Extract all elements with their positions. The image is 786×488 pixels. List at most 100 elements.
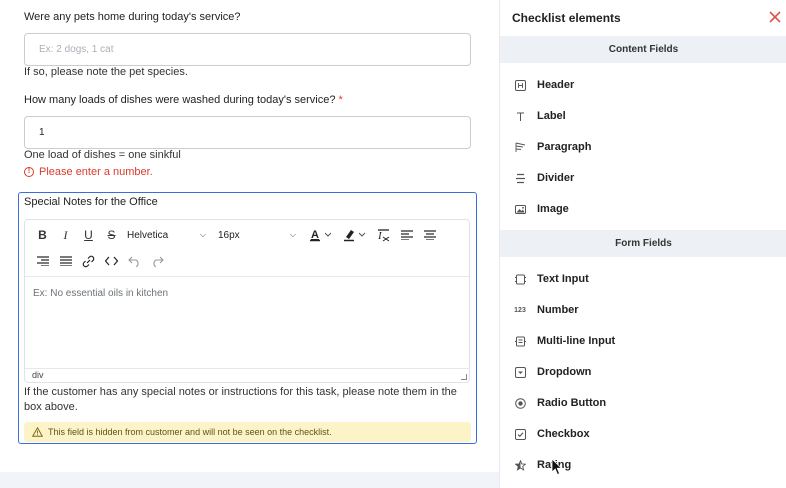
element-label-label: Label [537,110,566,122]
text-color-button[interactable]: A [304,223,338,247]
checklist-form: Were any pets home during today's servic… [0,0,499,488]
dishes-help-text: One load of dishes = one sinkful [24,149,181,161]
editor-toolbar-row-2 [31,249,169,273]
resize-handle-icon[interactable] [461,374,467,380]
pets-input[interactable] [24,33,471,66]
special-notes-editor-area[interactable]: Ex: No essential oils in kitchen [33,288,168,299]
divider-icon [514,172,526,184]
dishes-question-text: How many loads of dishes were washed dur… [24,94,336,106]
element-number-label: Number [537,304,579,316]
bold-button[interactable]: B [31,223,54,247]
rich-text-editor[interactable]: B I U S Helvetica ⌵ 16px ⌵ A I Ex: No es… [24,219,470,383]
element-text-input-label: Text Input [537,273,589,285]
element-dropdown[interactable]: Dropdown [500,358,786,386]
element-radio-button[interactable]: Radio Button [500,389,786,417]
element-header[interactable]: Header [500,71,786,99]
text-icon [514,110,526,122]
italic-button[interactable]: I [54,223,77,247]
align-right-button[interactable] [31,249,54,273]
font-size-value: 16px [218,229,240,241]
element-header-label: Header [537,79,575,91]
checkbox-icon [514,428,526,440]
svg-text:I: I [377,230,383,242]
close-panel-button[interactable] [768,10,782,24]
pets-question-label: Were any pets home during today's servic… [24,11,241,23]
mouse-cursor-icon [551,458,563,476]
justify-button[interactable] [54,249,77,273]
code-icon [105,256,118,266]
dropdown-icon [514,366,526,378]
highlight-color-button[interactable] [338,223,372,247]
clear-formatting-button[interactable]: I [372,223,395,247]
justify-icon [59,256,72,266]
element-checkbox[interactable]: Checkbox [500,420,786,448]
image-icon [514,203,526,215]
align-right-icon [36,256,49,266]
align-left-button[interactable] [395,223,418,247]
element-label[interactable]: Label [500,102,786,130]
element-checkbox-label: Checkbox [537,428,590,440]
redo-icon [153,256,164,267]
align-left-icon [400,230,413,240]
undo-icon [128,256,139,267]
chevron-down-icon: ⌵ [199,230,206,239]
element-image[interactable]: Image [500,195,786,223]
element-paragraph-label: Paragraph [537,141,592,153]
form-fields-header: Form Fields [500,230,786,257]
link-button[interactable] [77,249,100,273]
chevron-down-icon: ⌵ [289,230,296,239]
paragraph-icon [514,141,526,153]
editor-status-bar: div [25,368,469,382]
dishes-error-text: Please enter a number. [39,166,153,178]
undo-button[interactable] [123,249,146,273]
multiline-icon [514,335,526,347]
pets-help-text: If so, please note the pet species. [24,66,188,78]
element-multiline-input[interactable]: Multi-line Input [500,327,786,355]
warning-icon [32,427,43,437]
special-notes-help-text: If the customer has any special notes or… [24,386,457,413]
footer-strip [0,472,499,488]
highlight-icon [344,230,366,242]
radio-icon [514,397,526,409]
panel-title: Checklist elements [512,11,621,25]
element-number[interactable]: 123 Number [500,296,786,324]
checklist-elements-panel: Checklist elements Content Fields Header… [499,0,786,488]
element-multiline-input-label: Multi-line Input [537,335,616,347]
editor-toolbar-row-1: B I U S Helvetica ⌵ 16px ⌵ A I [31,223,441,247]
element-divider-label: Divider [537,172,575,184]
element-divider[interactable]: Divider [500,164,786,192]
clear-format-icon: I [377,229,389,242]
dishes-question-label: How many loads of dishes were washed dur… [24,94,343,106]
redo-button[interactable] [146,249,169,273]
svg-text:A: A [311,229,319,241]
element-radio-button-label: Radio Button [537,397,607,409]
element-image-label: Image [537,203,569,215]
toolbar-divider [25,276,469,277]
text-input-icon [514,273,526,285]
special-notes-label: Special Notes for the Office [24,196,158,208]
element-dropdown-label: Dropdown [537,366,592,378]
error-icon: ! [24,167,34,177]
font-family-select[interactable]: Helvetica ⌵ [123,224,210,246]
strikethrough-button[interactable]: S [100,223,123,247]
align-center-icon [423,230,436,240]
dishes-input[interactable] [24,116,471,149]
link-icon [82,255,95,267]
element-paragraph[interactable]: Paragraph [500,133,786,161]
special-notes-block[interactable]: Special Notes for the Office B I U S Hel… [18,192,477,444]
dishes-error: ! Please enter a number. [24,166,153,178]
text-color-icon: A [310,229,332,242]
star-icon [514,459,526,471]
element-text-input[interactable]: Text Input [500,265,786,293]
required-mark: * [338,94,343,106]
align-center-button[interactable] [418,223,441,247]
font-family-value: Helvetica [127,229,169,241]
element-rating[interactable]: Rating [500,451,786,479]
font-size-select[interactable]: 16px ⌵ [214,224,300,246]
code-button[interactable] [100,249,123,273]
close-icon [769,11,781,23]
underline-button[interactable]: U [77,223,100,247]
header-icon [514,79,526,91]
hidden-field-warning-text: This field is hidden from customer and w… [48,427,332,437]
content-fields-header: Content Fields [500,36,786,63]
